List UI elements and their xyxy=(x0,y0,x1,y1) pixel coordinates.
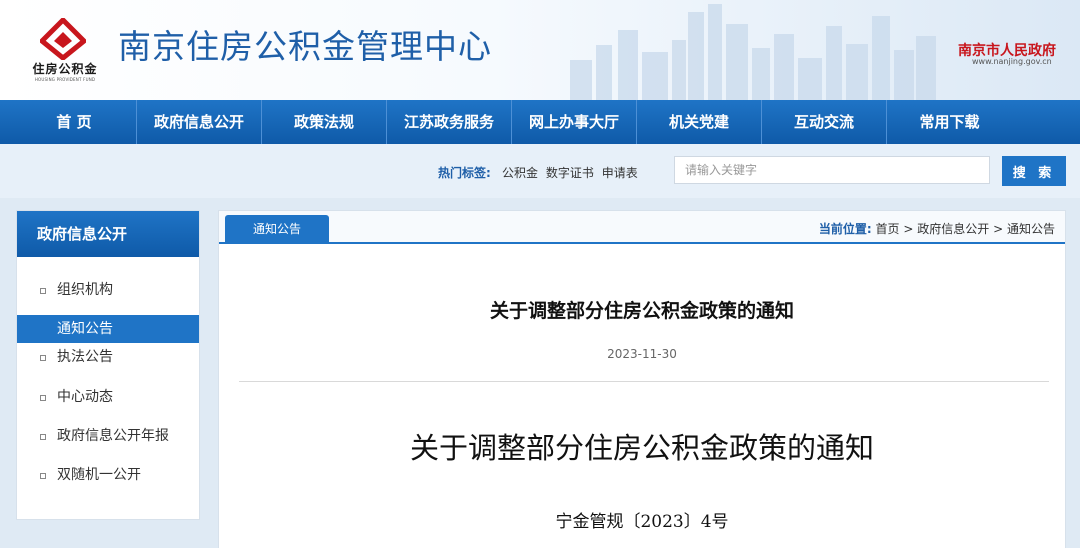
breadcrumb-home[interactable]: 首页 xyxy=(876,222,900,236)
sidebar-item-news[interactable]: 中心动态 xyxy=(17,383,199,411)
sidebar-item-annual-report[interactable]: 政府信息公开年报 xyxy=(17,422,199,450)
document-title: 关于调整部分住房公积金政策的通知 xyxy=(409,431,874,465)
breadcrumb-notices[interactable]: 通知公告 xyxy=(1007,222,1055,236)
document-number: 宁金管规〔2023〕4号 xyxy=(555,512,729,532)
sidebar-item-random-inspection[interactable]: 双随机一公开 xyxy=(17,461,199,489)
nav-item-home[interactable]: 首 页 xyxy=(12,100,137,144)
site-title: 南京住房公积金管理中心 xyxy=(118,27,492,66)
city-skyline-image xyxy=(570,4,936,100)
site-header: 住房公积金 HOUSING PROVIDENT FUND 南京住房公积金管理中心… xyxy=(0,0,1080,100)
square-bullet-icon xyxy=(40,355,46,361)
hot-tag[interactable]: 公积金 xyxy=(502,166,538,180)
breadcrumb-separator: > xyxy=(993,222,1004,236)
hot-tag[interactable]: 数字证书 xyxy=(546,166,594,180)
breadcrumb-gov-info[interactable]: 政府信息公开 xyxy=(917,222,989,236)
content-tab-bar: 通知公告 当前位置: 首页 > 政府信息公开 > 通知公告 xyxy=(219,211,1065,244)
breadcrumb-separator: > xyxy=(903,222,914,236)
sidebar-item-label: 执法公告 xyxy=(57,349,113,365)
nav-item-gov-info[interactable]: 政府信息公开 xyxy=(137,100,262,144)
nanjing-gov-url[interactable]: www.nanjing.gov.cn xyxy=(972,57,1052,66)
logo-text: 住房公积金 xyxy=(32,62,98,76)
hot-tags-label: 热门标签: xyxy=(438,166,491,180)
main-nav: 首 页 政府信息公开 政策法规 江苏政务服务 网上办事大厅 机关党建 互动交流 … xyxy=(0,100,1080,144)
sidebar-item-notices[interactable]: 通知公告 xyxy=(17,315,199,343)
article-date: 2023-11-30 xyxy=(607,347,677,361)
square-bullet-icon xyxy=(40,434,46,440)
logo-subtext: HOUSING PROVIDENT FUND xyxy=(34,77,96,82)
hot-tags: 公积金 数字证书 申请表 xyxy=(502,164,642,181)
breadcrumb: 当前位置: 首页 > 政府信息公开 > 通知公告 xyxy=(819,220,1055,237)
sidebar-item-label: 政府信息公开年报 xyxy=(57,428,169,444)
search-input[interactable] xyxy=(674,156,990,184)
nav-item-interaction[interactable]: 互动交流 xyxy=(762,100,887,144)
square-bullet-icon xyxy=(40,473,46,479)
nav-item-online-hall[interactable]: 网上办事大厅 xyxy=(512,100,637,144)
hot-tag[interactable]: 申请表 xyxy=(602,166,638,180)
sidebar-item-label: 双随机一公开 xyxy=(57,467,141,483)
provident-fund-logo-icon xyxy=(40,18,86,60)
nav-item-policy[interactable]: 政策法规 xyxy=(262,100,387,144)
sidebar-item-organization[interactable]: 组织机构 xyxy=(17,276,199,304)
title-divider xyxy=(239,381,1049,382)
nav-item-downloads[interactable]: 常用下载 xyxy=(887,100,1012,144)
sidebar-item-label: 组织机构 xyxy=(57,282,113,298)
sidebar-item-label: 通知公告 xyxy=(57,321,113,337)
nav-item-party[interactable]: 机关党建 xyxy=(637,100,762,144)
sidebar-item-label: 中心动态 xyxy=(57,389,113,405)
square-bullet-icon xyxy=(40,395,46,401)
sidebar-item-enforcement[interactable]: 执法公告 xyxy=(17,343,199,371)
tab-notices[interactable]: 通知公告 xyxy=(225,215,329,244)
square-bullet-icon xyxy=(40,288,46,294)
sidebar: 政府信息公开 组织机构 通知公告 执法公告 中心动态 政府信息公开年报 双随机一… xyxy=(16,210,200,520)
sidebar-title: 政府信息公开 xyxy=(17,211,199,257)
breadcrumb-label: 当前位置: xyxy=(818,222,872,236)
main-content: 通知公告 当前位置: 首页 > 政府信息公开 > 通知公告 关于调整部分住房公积… xyxy=(218,210,1066,548)
nav-item-jiangsu-service[interactable]: 江苏政务服务 xyxy=(387,100,512,144)
search-button[interactable]: 搜 索 xyxy=(1002,156,1066,186)
article-title: 关于调整部分住房公积金政策的通知 xyxy=(489,300,794,322)
